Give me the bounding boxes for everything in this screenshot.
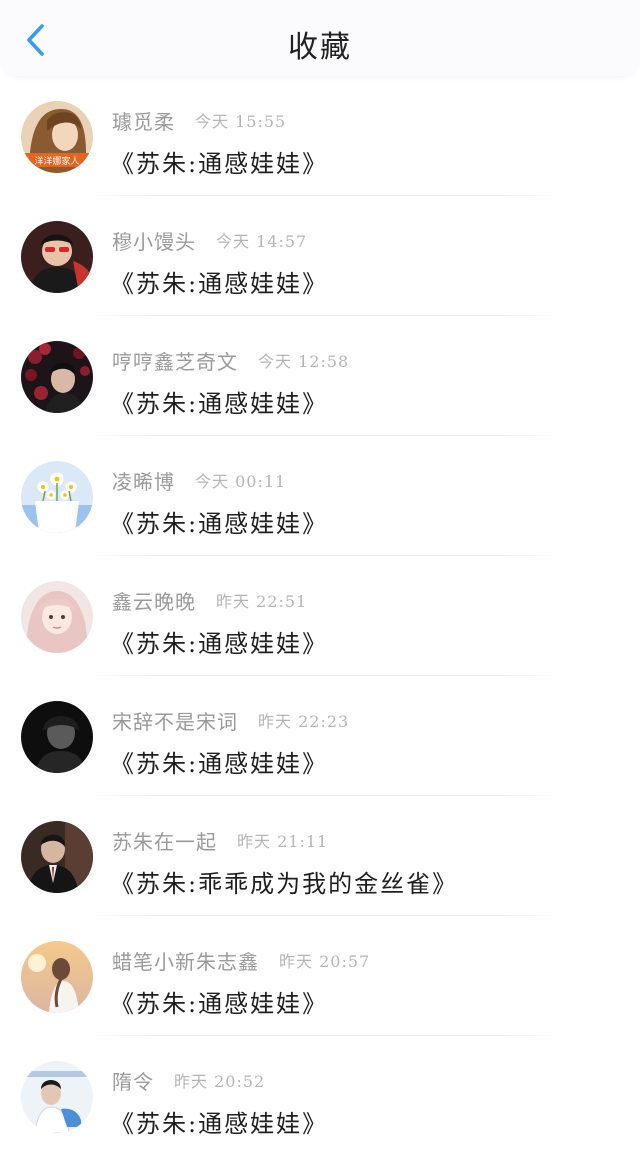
list-item[interactable]: 洋洋娜家人 璩觅柔 今天 15:55 《苏朱:通感娃娃》 (0, 76, 640, 196)
favorite-title[interactable]: 《苏朱:通感娃娃》 (110, 984, 328, 1019)
favorite-title[interactable]: 《苏朱:乖乖成为我的金丝雀》 (110, 864, 458, 899)
avatar[interactable] (21, 941, 93, 1013)
favorite-title[interactable]: 《苏朱:通感娃娃》 (110, 624, 328, 659)
timestamp: 今天 12:58 (258, 352, 350, 371)
avatar[interactable] (21, 581, 93, 653)
timestamp: 昨天 22:51 (216, 592, 308, 611)
timestamp: 昨天 20:52 (174, 1072, 266, 1091)
avatar[interactable] (21, 1061, 93, 1133)
avatar[interactable] (21, 821, 93, 893)
timestamp: 昨天 22:23 (258, 712, 350, 731)
avatar[interactable] (21, 461, 93, 533)
username[interactable]: 哼哼鑫芝奇文 (112, 346, 238, 375)
username[interactable]: 苏朱在一起 (112, 826, 217, 855)
username[interactable]: 隋令 (112, 1066, 154, 1095)
avatar[interactable] (21, 341, 93, 413)
username[interactable]: 穆小馒头 (112, 226, 196, 255)
favorite-title[interactable]: 《苏朱:通感娃娃》 (110, 744, 328, 779)
list-item[interactable]: 鑫云晚晚 昨天 22:51 《苏朱:通感娃娃》 (0, 556, 640, 676)
favorite-title[interactable]: 《苏朱:通感娃娃》 (110, 264, 328, 299)
list-item[interactable]: 穆小馒头 今天 14:57 《苏朱:通感娃娃》 (0, 196, 640, 316)
favorite-title[interactable]: 《苏朱:通感娃娃》 (110, 384, 328, 419)
list-item[interactable]: 隋令 昨天 20:52 《苏朱:通感娃娃》 (0, 1036, 640, 1156)
svg-text:洋洋娜家人: 洋洋娜家人 (34, 155, 79, 167)
username[interactable]: 鑫云晚晚 (112, 586, 196, 615)
top-nav-bar: 收藏 (0, 0, 640, 76)
username[interactable]: 凌晞博 (112, 466, 175, 495)
timestamp: 今天 00:11 (195, 472, 287, 491)
avatar[interactable]: 洋洋娜家人 (21, 101, 93, 173)
list-item[interactable]: 哼哼鑫芝奇文 今天 12:58 《苏朱:通感娃娃》 (0, 316, 640, 436)
favorite-title[interactable]: 《苏朱:通感娃娃》 (110, 144, 328, 179)
favorites-list: 洋洋娜家人 璩觅柔 今天 15:55 《苏朱:通感娃娃》 穆小馒头 今天 14:… (0, 76, 640, 1156)
list-item[interactable]: 凌晞博 今天 00:11 《苏朱:通感娃娃》 (0, 436, 640, 556)
avatar[interactable] (21, 701, 93, 773)
username[interactable]: 璩觅柔 (112, 106, 175, 135)
list-item[interactable]: 苏朱在一起 昨天 21:11 《苏朱:乖乖成为我的金丝雀》 (0, 796, 640, 916)
timestamp: 今天 14:57 (216, 232, 308, 251)
timestamp: 昨天 20:57 (279, 952, 371, 971)
list-item[interactable]: 宋辞不是宋词 昨天 22:23 《苏朱:通感娃娃》 (0, 676, 640, 796)
timestamp: 昨天 21:11 (237, 832, 329, 851)
username[interactable]: 宋辞不是宋词 (112, 706, 238, 735)
username[interactable]: 蜡笔小新朱志鑫 (112, 946, 259, 975)
page-title: 收藏 (288, 30, 352, 65)
avatar[interactable] (21, 221, 93, 293)
list-item[interactable]: 蜡笔小新朱志鑫 昨天 20:57 《苏朱:通感娃娃》 (0, 916, 640, 1036)
favorite-title[interactable]: 《苏朱:通感娃娃》 (110, 1104, 328, 1139)
timestamp: 今天 15:55 (195, 112, 287, 131)
favorite-title[interactable]: 《苏朱:通感娃娃》 (110, 504, 328, 539)
